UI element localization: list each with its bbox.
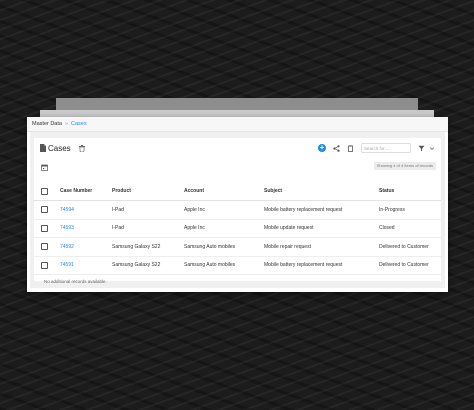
page-title: Cases (48, 143, 71, 153)
search-input[interactable] (361, 143, 411, 153)
row-select-cell (34, 237, 59, 257)
row-select-cell (34, 219, 59, 238)
calendar-icon[interactable] (41, 164, 48, 171)
toolbar: + (318, 143, 435, 153)
column-header-subject[interactable]: Subject (263, 182, 378, 201)
cases-table: Case Number Product Account Subject Stat… (34, 182, 441, 287)
account-cell: Samsung Auto mobiles (183, 237, 263, 257)
cases-panel: Cases + Search for... Showing 4 of 4 Ite… (34, 138, 441, 284)
row-select-cell (34, 256, 59, 275)
breadcrumb: Master Data» Cases (27, 117, 448, 132)
product-cell: Samsung Galaxy S22 (111, 237, 183, 257)
product-cell: I-Pad (111, 219, 183, 238)
breadcrumb-separator-icon: » (64, 121, 69, 127)
case-number-link[interactable]: 74591 (59, 256, 111, 275)
breadcrumb-parent[interactable]: Master Data (32, 121, 62, 127)
row-checkbox[interactable] (41, 243, 48, 251)
account-cell: Apple Inc (183, 200, 263, 220)
row-checkbox[interactable] (41, 261, 48, 269)
subject-cell: Mobile update request (263, 219, 378, 238)
subject-cell: Mobile battery replacement request (263, 256, 378, 275)
row-select-cell (34, 200, 59, 220)
cases-window: Master Data» Cases Cases + Search for...… (27, 117, 448, 292)
product-cell: Samsung Galaxy S22 (111, 256, 183, 275)
content-area: Cases + Search for... Showing 4 of 4 Ite… (30, 132, 445, 288)
column-header-status[interactable]: Status (378, 182, 441, 201)
share-icon[interactable] (333, 144, 340, 152)
table-row[interactable]: 74594 I-Pad Apple Inc Mobile battery rep… (34, 200, 441, 220)
account-cell: Samsung Auto mobiles (183, 256, 263, 275)
status-cell: Delivered to Customer (378, 237, 441, 257)
select-all-checkbox[interactable] (41, 187, 48, 195)
select-all-cell (34, 182, 59, 201)
table-header-row: Case Number Product Account Subject Stat… (34, 182, 441, 201)
status-cell: Closed (378, 219, 441, 238)
row-checkbox[interactable] (41, 206, 48, 214)
column-header-product[interactable]: Product (111, 182, 183, 201)
case-number-link[interactable]: 74592 (59, 237, 111, 257)
add-icon[interactable]: + (318, 144, 326, 152)
status-cell: Delivered to Customer (378, 256, 441, 275)
breadcrumb-current[interactable]: Cases (71, 121, 87, 127)
empty-message-row: No additional records available. (34, 275, 441, 288)
copy-icon[interactable] (347, 144, 354, 152)
status-cell: In-Progress (378, 200, 441, 220)
subject-cell: Mobile repair request (263, 237, 378, 257)
product-cell: I-Pad (111, 200, 183, 220)
records-count-badge: Showing 4 of 4 Items of records (373, 162, 436, 170)
document-icon (40, 144, 46, 152)
chevron-down-icon[interactable] (429, 145, 435, 152)
column-header-account[interactable]: Account (183, 182, 263, 201)
trash-icon[interactable] (78, 144, 85, 152)
no-more-records-message: No additional records available. (44, 278, 107, 284)
table-row[interactable]: 74593 I-Pad Apple Inc Mobile update requ… (34, 219, 441, 238)
title-row: Cases (40, 142, 85, 154)
filter-icon[interactable] (418, 145, 425, 152)
case-number-link[interactable]: 74594 (59, 200, 111, 220)
table-row[interactable]: 74591 Samsung Galaxy S22 Samsung Auto mo… (34, 256, 441, 275)
subject-cell: Mobile battery replacement request (263, 200, 378, 220)
column-header-case-number[interactable]: Case Number (59, 182, 111, 201)
table-row[interactable]: 74592 Samsung Galaxy S22 Samsung Auto mo… (34, 237, 441, 257)
account-cell: Apple Inc (183, 219, 263, 238)
case-number-link[interactable]: 74593 (59, 219, 111, 238)
row-checkbox[interactable] (41, 224, 48, 232)
